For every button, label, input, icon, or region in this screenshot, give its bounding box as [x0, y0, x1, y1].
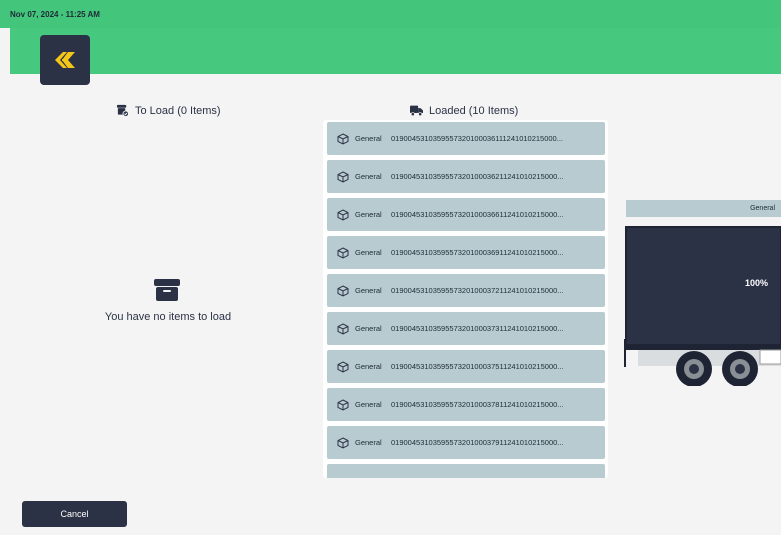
item-type: General	[355, 134, 382, 143]
list-item[interactable]: General 01900453103595573201000366112410…	[327, 198, 605, 231]
app-header	[10, 28, 781, 74]
package-icon	[337, 398, 349, 411]
item-type: General	[355, 324, 382, 333]
package-icon	[337, 322, 349, 335]
package-icon	[337, 246, 349, 259]
item-code: 0190045310359557320100037211241010215000…	[391, 286, 564, 295]
archive-box-icon	[154, 279, 180, 301]
item-type: General	[355, 172, 382, 181]
item-code: 0190045310359557320100037311241010215000…	[391, 324, 564, 333]
empty-message: You have no items to load	[104, 311, 232, 323]
box-check-icon	[116, 104, 129, 117]
item-code: 0190045310359557320100036211241010215000…	[391, 172, 564, 181]
to-load-title: To Load (0 Items)	[135, 104, 221, 117]
item-type: General	[355, 438, 382, 447]
item-type: General	[355, 286, 382, 295]
cancel-button[interactable]: Cancel	[22, 501, 127, 527]
list-item[interactable]: General 01900453103595573201000373112410…	[327, 312, 605, 345]
item-code: 0190045310359557320100037511241010215000…	[391, 362, 564, 371]
list-item[interactable]: General 01900453103595573201000372112410…	[327, 274, 605, 307]
item-type: General	[355, 248, 382, 257]
list-item[interactable]: General 01900453103595573201000361112410…	[327, 122, 605, 155]
item-code: 0190045310359557320100036111241010215000…	[391, 134, 563, 143]
loaded-items-list[interactable]: General 01900453103595573201000361112410…	[323, 120, 608, 478]
list-item[interactable]: General 01900453103595573201000378112410…	[327, 388, 605, 421]
package-icon	[337, 170, 349, 183]
list-item[interactable]: General 01900453103595573201000369112410…	[327, 236, 605, 269]
loaded-title: Loaded (10 Items)	[429, 104, 519, 117]
item-code: 0190045310359557320100036611241010215000…	[391, 210, 564, 219]
item-type: General	[355, 210, 382, 219]
to-load-header: To Load (0 Items)	[116, 104, 221, 117]
package-icon	[337, 208, 349, 221]
item-code: 0190045310359557320100037911241010215000…	[391, 438, 564, 447]
gk-logo-icon	[55, 52, 75, 68]
truck-illustration	[624, 226, 781, 386]
app-logo[interactable]	[40, 35, 90, 85]
list-item[interactable]: General 01900453103595573201000379112410…	[327, 426, 605, 459]
status-bar: Nov 07, 2024 - 11:25 AM	[0, 0, 781, 28]
truck-category-label: General	[626, 200, 781, 217]
loaded-header: Loaded (10 Items)	[410, 104, 518, 117]
item-code: 0190045310359557320100036911241010215000…	[391, 248, 564, 257]
package-icon	[337, 284, 349, 297]
package-icon	[337, 436, 349, 449]
item-type: General	[355, 400, 382, 409]
list-item[interactable]: General 01900453103595573201000375112410…	[327, 350, 605, 383]
list-item[interactable]: General 01900453103595573201000362112410…	[327, 160, 605, 193]
item-code: 0190045310359557320100037811241010215000…	[391, 400, 564, 409]
list-item[interactable]	[327, 464, 605, 478]
datetime-label: Nov 07, 2024 - 11:25 AM	[10, 10, 100, 19]
item-type: General	[355, 362, 382, 371]
package-icon	[337, 360, 349, 373]
truck-fill-percent: 100%	[745, 278, 769, 288]
package-icon	[337, 132, 349, 145]
truck-icon	[410, 105, 423, 117]
